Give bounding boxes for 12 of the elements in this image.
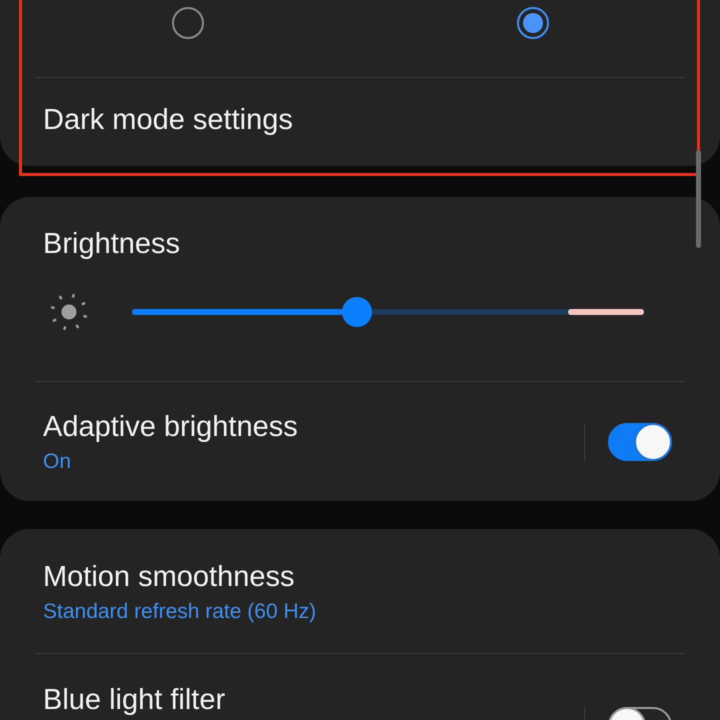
radio-button[interactable] xyxy=(172,7,204,39)
setting-title: Adaptive brightness xyxy=(43,410,298,444)
settings-item-label[interactable]: Dark mode settings xyxy=(43,101,293,139)
toggle-switch[interactable] xyxy=(608,422,672,460)
setting-title: Brightness xyxy=(43,227,180,262)
sun-icon xyxy=(49,292,89,332)
setting-value: Standard refresh rate (60 Hz) xyxy=(43,599,316,625)
setting-status: On xyxy=(43,448,72,474)
setting-title: Blue light filter xyxy=(43,683,226,718)
setting-title: Motion smoothness xyxy=(43,560,294,595)
slider-thumb[interactable] xyxy=(342,297,372,327)
radio-button[interactable] xyxy=(516,7,548,39)
